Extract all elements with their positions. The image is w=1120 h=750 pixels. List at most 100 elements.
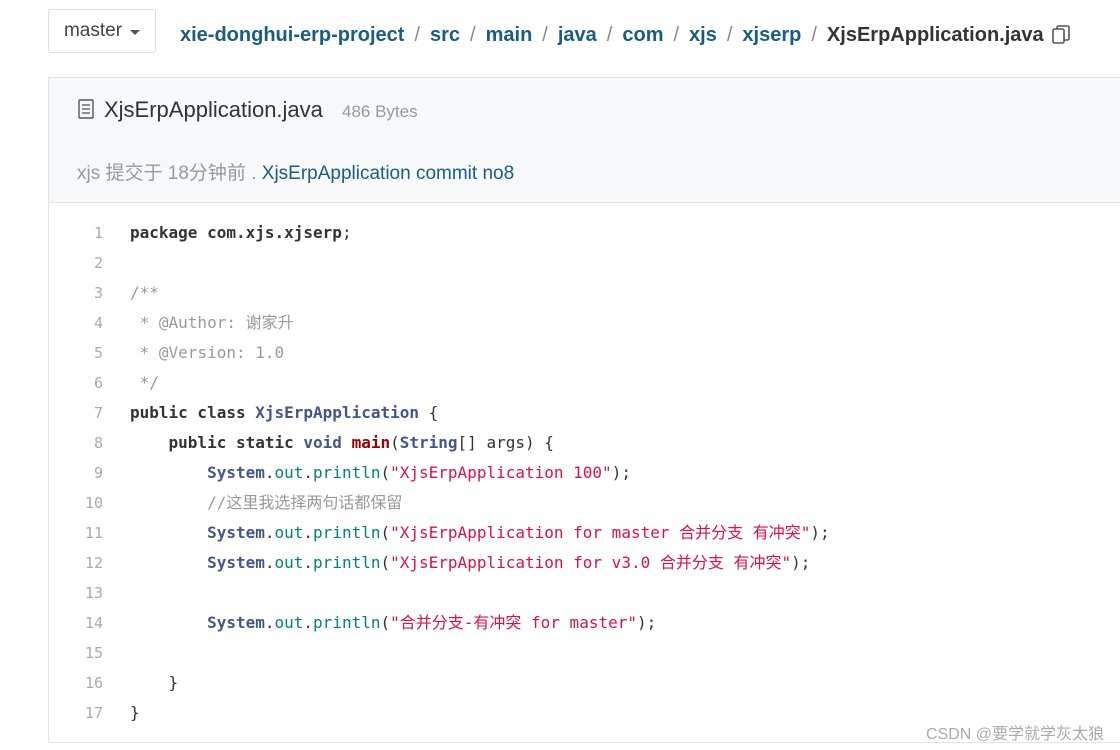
code-comment: //这里我选择两句话都保留 xyxy=(207,493,403,512)
line-number[interactable]: 1 xyxy=(49,218,103,248)
code-punct: . xyxy=(303,523,314,542)
code-comment: */ xyxy=(130,373,159,392)
code-punct: ); xyxy=(611,463,631,482)
code-keyword: package xyxy=(130,223,198,242)
code-type: String xyxy=(399,433,458,452)
code-params: [] args) { xyxy=(457,433,554,452)
line-number[interactable]: 14 xyxy=(49,608,103,638)
last-commit-info: xjs 提交于 18分钟前 . XjsErpApplication commit… xyxy=(77,158,514,185)
code-comment: * @Author: 谢家升 xyxy=(130,313,294,332)
line-number[interactable]: 15 xyxy=(49,638,103,668)
code-keyword: public class xyxy=(130,403,246,422)
copy-icon[interactable] xyxy=(1051,25,1070,45)
code-comment: * @Version: 1.0 xyxy=(130,343,285,362)
code-field: out xyxy=(274,523,304,542)
code-punct: ( xyxy=(380,463,391,482)
code-field: out xyxy=(274,613,304,632)
code-method: println xyxy=(313,523,381,542)
file-viewer: XjsErpApplication.java 486 Bytes xjs 提交于… xyxy=(48,77,1120,743)
code-punct: } xyxy=(168,673,179,692)
breadcrumb-separator: / xyxy=(673,23,680,46)
code-punct: { xyxy=(419,403,439,422)
line-number[interactable]: 10 xyxy=(49,488,103,518)
code-string: "XjsErpApplication for master 合并分支 有冲突" xyxy=(390,523,811,542)
branch-selector[interactable]: master xyxy=(48,9,156,53)
code-punct: ( xyxy=(380,613,391,632)
code-line: 6 */ xyxy=(49,368,1120,398)
file-text-icon xyxy=(78,99,94,119)
line-number[interactable]: 6 xyxy=(49,368,103,398)
breadcrumb-link-src[interactable]: src xyxy=(430,24,460,47)
code-line: 12 System.out.println("XjsErpApplication… xyxy=(49,548,1120,578)
breadcrumb-separator: / xyxy=(414,23,421,46)
breadcrumb-separator: / xyxy=(606,23,613,46)
line-number[interactable]: 11 xyxy=(49,518,103,548)
code-line: 16 } xyxy=(49,668,1120,698)
code-comment: /** xyxy=(130,283,159,302)
code-punct: ; xyxy=(341,223,352,242)
line-number[interactable]: 12 xyxy=(49,548,103,578)
breadcrumb-current-file: XjsErpApplication.java xyxy=(826,23,1044,46)
code-line: 14 System.out.println("合并分支-有冲突 for mast… xyxy=(49,608,1120,638)
code-block: 1 package com.xjs.xjserp; 2 3 /** 4 * @A… xyxy=(49,218,1120,728)
breadcrumb-link-java[interactable]: java xyxy=(558,24,597,47)
code-line: 7 public class XjsErpApplication { xyxy=(49,398,1120,428)
breadcrumb-link-main[interactable]: main xyxy=(486,24,533,47)
code-method: println xyxy=(313,613,381,632)
breadcrumb-link-repo[interactable]: xie-donghui-erp-project xyxy=(180,24,404,47)
line-number[interactable]: 9 xyxy=(49,458,103,488)
file-name: XjsErpApplication.java xyxy=(104,97,323,122)
line-number[interactable]: 7 xyxy=(49,398,103,428)
code-line: 9 System.out.println("XjsErpApplication … xyxy=(49,458,1120,488)
code-class-name: System xyxy=(207,523,265,542)
code-line: 8 public static void main(String[] args)… xyxy=(49,428,1120,458)
watermark: CSDN @要学就学灰太狼 xyxy=(925,726,1104,743)
line-number[interactable]: 4 xyxy=(49,308,103,338)
commit-author-time: xjs 提交于 18分钟前 . xyxy=(77,163,257,184)
line-number[interactable]: 8 xyxy=(49,428,103,458)
line-number[interactable]: 16 xyxy=(49,668,103,698)
code-punct: . xyxy=(303,613,314,632)
branch-label: master xyxy=(63,20,123,41)
code-punct: . xyxy=(303,553,314,572)
code-punct: ( xyxy=(380,523,391,542)
code-field: out xyxy=(274,463,304,482)
breadcrumb-link-xjserp[interactable]: xjserp xyxy=(742,24,801,47)
code-punct: . xyxy=(264,613,275,632)
code-punct: ( xyxy=(380,553,391,572)
code-punct: . xyxy=(264,463,275,482)
line-number[interactable]: 17 xyxy=(49,698,103,728)
line-number[interactable]: 5 xyxy=(49,338,103,368)
code-punct: ); xyxy=(791,553,811,572)
code-punct: } xyxy=(130,703,140,722)
code-line: 13 xyxy=(49,578,1120,608)
breadcrumb-link-com[interactable]: com xyxy=(622,24,663,47)
code-punct: ( xyxy=(390,433,400,452)
code-class-name: System xyxy=(207,463,265,482)
caret-down-icon xyxy=(130,29,141,35)
line-number[interactable]: 3 xyxy=(49,278,103,308)
code-line: 11 System.out.println("XjsErpApplication… xyxy=(49,518,1120,548)
breadcrumb-separator: / xyxy=(811,23,817,46)
breadcrumb-separator: / xyxy=(542,23,548,46)
code-punct: ); xyxy=(810,523,830,542)
code-line: 5 * @Version: 1.0 xyxy=(49,338,1120,368)
line-number[interactable]: 2 xyxy=(49,248,103,278)
code-keyword: public static xyxy=(168,433,294,452)
commit-message-link[interactable]: XjsErpApplication commit no8 xyxy=(262,163,514,184)
breadcrumb-separator: / xyxy=(470,23,476,46)
breadcrumb-separator: / xyxy=(726,23,733,46)
code-punct: . xyxy=(264,553,275,572)
code-class-name: System xyxy=(207,613,265,632)
code-line: 3 /** xyxy=(49,278,1120,308)
code-punct: . xyxy=(303,463,314,482)
breadcrumb-link-xjs[interactable]: xjs xyxy=(689,24,717,47)
code-type: void xyxy=(303,433,342,452)
code-field: out xyxy=(274,553,304,572)
code-class-name: System xyxy=(207,553,265,572)
line-number[interactable]: 13 xyxy=(49,578,103,608)
code-punct: ); xyxy=(637,613,657,632)
code-line: 2 xyxy=(49,248,1120,278)
code-punct: . xyxy=(264,523,275,542)
code-line: 10 //这里我选择两句话都保留 xyxy=(49,488,1120,518)
